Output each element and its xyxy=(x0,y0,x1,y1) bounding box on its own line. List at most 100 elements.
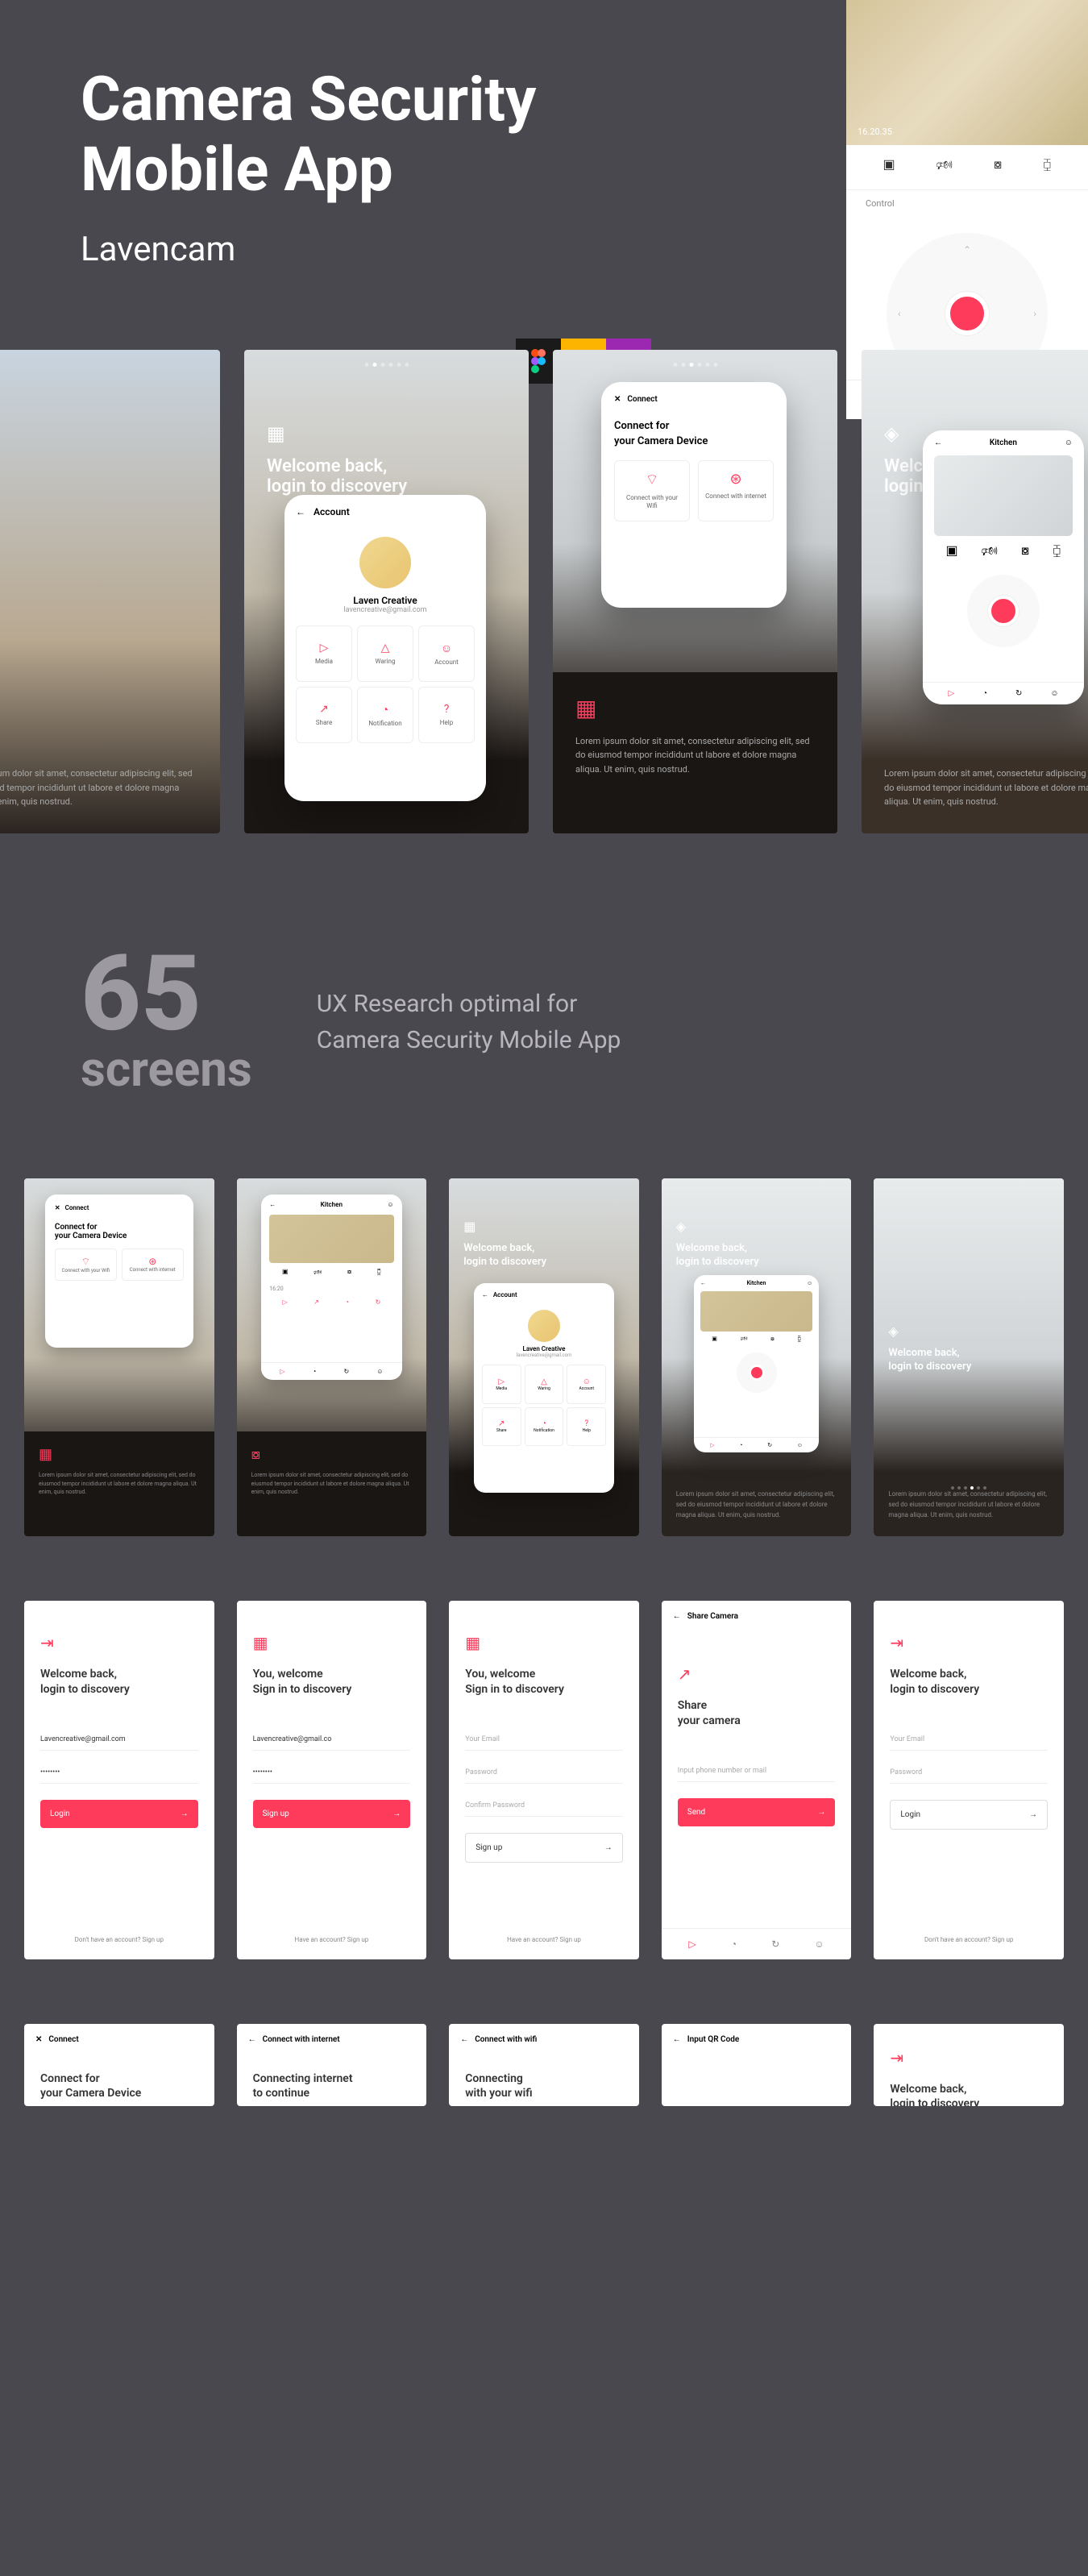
refresh-icon[interactable]: ↻ xyxy=(771,1938,779,1950)
submit-button[interactable]: Sign up→ xyxy=(253,1800,411,1828)
footer-link[interactable]: Don't have an account? Sign up xyxy=(24,1936,214,1943)
password-field[interactable]: •••••••• xyxy=(40,1762,198,1784)
opt-wifi[interactable]: ⌔Connect with your Wifi xyxy=(614,460,690,521)
back-icon[interactable]: ← xyxy=(482,1291,488,1298)
icon[interactable]: ▣ xyxy=(946,542,958,564)
opt-internet[interactable]: ⊛Connect with internet xyxy=(698,460,774,521)
cell-account[interactable]: ☺Account xyxy=(418,625,475,682)
login-screen: ←Share Camera↗Shareyour cameraInput phon… xyxy=(662,1601,852,1959)
account-name: Laven Creative xyxy=(284,595,486,606)
footer-link[interactable]: Have an account? Sign up xyxy=(449,1936,639,1943)
user-icon: ☺ xyxy=(387,1201,393,1208)
card-qr: QR Code Lorem ipsum dolor sit amet, cons… xyxy=(0,350,220,833)
user-icon: ☺ xyxy=(441,642,452,655)
globe-icon: ⊛ xyxy=(126,1256,180,1267)
record-button[interactable] xyxy=(988,596,1019,626)
speaker-icon[interactable]: 🕬 xyxy=(936,156,953,178)
submit-button[interactable]: Send→ xyxy=(678,1798,836,1826)
form-icon: ↗ xyxy=(678,1664,836,1684)
count-block: 65 screens xyxy=(81,946,252,1098)
connect-options: ⌔Connect with your Wifi ⊛Connect with in… xyxy=(614,460,774,521)
back-icon[interactable]: ← xyxy=(296,506,305,517)
cell-help[interactable]: ?Help xyxy=(418,687,475,743)
footer-link[interactable]: Don't have an account? Sign up xyxy=(874,1936,1064,1943)
back-icon[interactable]: ← xyxy=(460,2035,468,2044)
email-field[interactable]: Lavencreative@gmail.co xyxy=(253,1729,411,1751)
camera-feed-image: 16.20.35 xyxy=(846,0,1088,145)
submit-button[interactable]: Login→ xyxy=(890,1800,1048,1830)
arrow-up-icon[interactable]: ⌃ xyxy=(963,244,971,256)
play-icon[interactable]: ▷ xyxy=(688,1938,696,1950)
bell-icon[interactable]: ◔ xyxy=(731,1938,737,1950)
form-title: You, welcomeSign in to discovery xyxy=(465,1667,623,1696)
email-field[interactable]: Lavencreative@gmail.com xyxy=(40,1729,198,1751)
kitchen-label: Kitchen xyxy=(990,438,1017,447)
back-icon[interactable]: ← xyxy=(269,1201,276,1208)
back-icon[interactable]: ← xyxy=(934,438,942,447)
camera-icon[interactable]: ⧇ xyxy=(994,156,1002,178)
cell-warning[interactable]: △Waring xyxy=(357,625,413,682)
refresh-icon[interactable]: ↻ xyxy=(1015,689,1022,698)
welcome-block: ▦ Welcome back, login to discovery xyxy=(267,422,407,497)
connect-screen: ✕ConnectConnect foryour Camera Device xyxy=(24,2024,214,2106)
form-icon: ⇥ xyxy=(890,1633,1048,1652)
close-icon[interactable]: ✕ xyxy=(55,1204,60,1211)
email-field[interactable]: Your Email xyxy=(890,1729,1048,1751)
wifi-icon: ⌔ xyxy=(621,471,683,489)
cell-share[interactable]: ↗Share xyxy=(296,687,352,743)
warning-icon: △ xyxy=(381,642,390,654)
card-kitchen: ◈ Welcome back, login to discovery ←Kitc… xyxy=(862,350,1088,833)
password-field[interactable]: •••••••• xyxy=(253,1762,411,1784)
count-word: screens xyxy=(81,1041,252,1098)
back-icon[interactable]: ← xyxy=(673,2035,681,2044)
screens-grid-row1: ✕Connect Connect for your Camera Device … xyxy=(0,1146,1088,1569)
bell-icon[interactable]: ◔ xyxy=(982,689,987,698)
form-title: Welcome back,login to discovery xyxy=(890,1667,1048,1696)
connect-header: ←Connect with wifi xyxy=(449,2024,639,2055)
login-screen: ▦You, welcomeSign in to discoveryLavencr… xyxy=(237,1601,427,1959)
email-field[interactable]: Input phone number or mail xyxy=(678,1760,836,1782)
cell-notification[interactable]: ◔Notification xyxy=(357,687,413,743)
share-icon: ↗ xyxy=(319,703,329,716)
footer-link[interactable]: Have an account? Sign up xyxy=(237,1936,427,1943)
form-icon: ⇥ xyxy=(40,1633,198,1652)
back-icon[interactable]: ← xyxy=(248,2035,256,2044)
screens-grid-row3: ✕ConnectConnect foryour Camera Device ←Co… xyxy=(0,1992,1088,2106)
icon[interactable]: ⧮ xyxy=(1053,542,1061,564)
arrow-left-icon[interactable]: ‹ xyxy=(898,308,901,319)
user-icon[interactable]: ☺ xyxy=(1050,689,1058,698)
email-field[interactable]: Your Email xyxy=(465,1729,623,1751)
submit-button[interactable]: Sign up→ xyxy=(465,1833,623,1863)
password-field[interactable]: Password xyxy=(465,1762,623,1784)
share-header: ←Share Camera xyxy=(662,1601,852,1632)
back-icon[interactable]: ✕ xyxy=(35,2035,42,2044)
login-screen: ⇥Welcome back,login to discoveryLavencre… xyxy=(24,1601,214,1959)
confirm-field[interactable]: Confirm Password xyxy=(465,1795,623,1817)
cell-media[interactable]: ▷Media xyxy=(296,625,352,682)
form-icon: ▦ xyxy=(465,1633,623,1652)
media-icon: ▷ xyxy=(320,642,329,654)
user-icon[interactable]: ☺ xyxy=(1065,438,1073,447)
back-icon[interactable]: ← xyxy=(673,1612,681,1621)
arrow-icon: → xyxy=(181,1809,189,1818)
video-icon[interactable]: ⧮ xyxy=(1043,156,1051,178)
record-button[interactable] xyxy=(945,292,989,335)
connect-header: ✕Connect xyxy=(24,2024,214,2055)
icon[interactable]: 🕬 xyxy=(982,542,998,564)
connect-header: ←Connect with internet xyxy=(237,2024,427,2055)
connect-screen: ⇥Welcome back,login to discovery xyxy=(874,2024,1064,2106)
password-field[interactable]: Password xyxy=(890,1762,1048,1784)
connect-header: ←Input QR Code xyxy=(662,2024,852,2055)
close-icon[interactable]: ✕ xyxy=(614,395,621,404)
submit-button[interactable]: Login→ xyxy=(40,1800,198,1828)
card-connect: ✕Connect Connect for your Camera Device … xyxy=(553,350,837,833)
arrow-right-icon[interactable]: › xyxy=(1033,308,1036,319)
hd-icon[interactable]: ▣ xyxy=(883,156,895,178)
user-icon[interactable]: ☺ xyxy=(815,1938,824,1950)
connect-screen: ←Connect with internetConnecting interne… xyxy=(237,2024,427,2106)
qr-block: ▦ Lorem ipsum dolor sit amet, consectetu… xyxy=(553,672,837,833)
play-icon[interactable]: ▷ xyxy=(948,689,954,698)
id-card-icon: ▦ xyxy=(267,422,407,445)
screen-kitchen: ←Kitchen☺ ▣🕬⧇⧮ 16:20 ▷↗◔↻ ▷◔↻☺ ⧇Lorem ip… xyxy=(237,1178,427,1537)
icon[interactable]: ⧇ xyxy=(1021,542,1029,564)
